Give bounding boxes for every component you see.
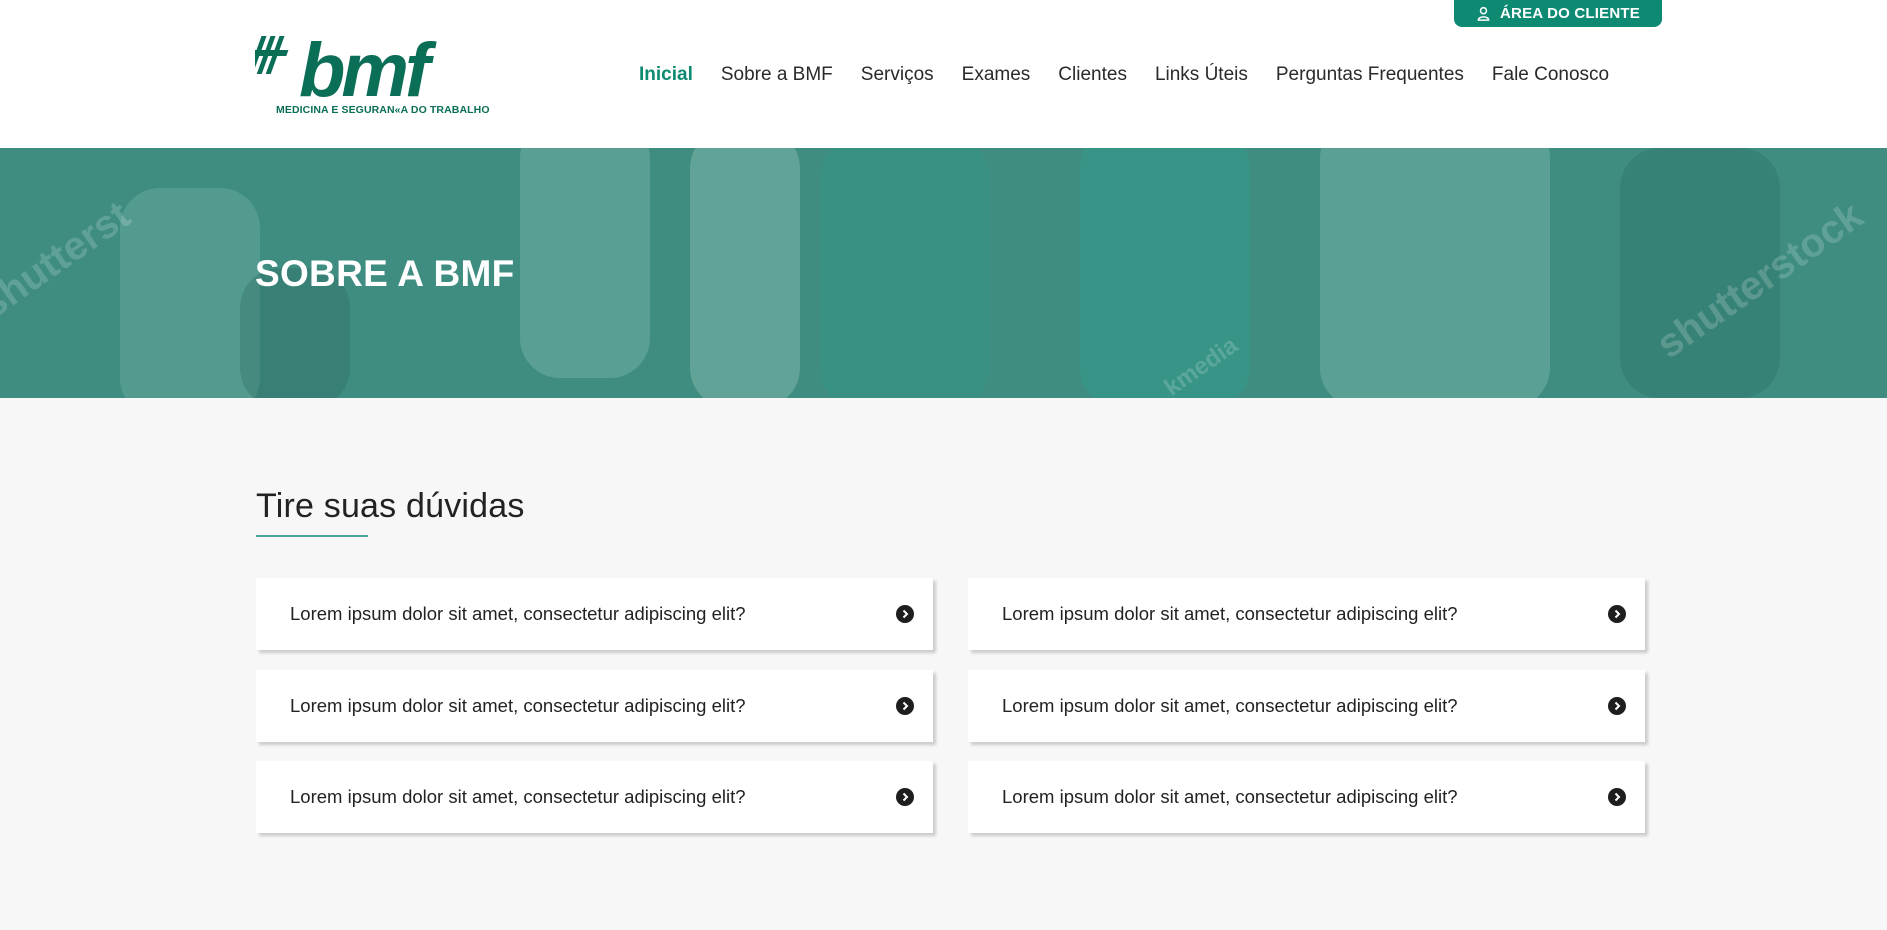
faq-item[interactable]: Lorem ipsum dolor sit amet, consectetur … — [968, 578, 1645, 650]
client-area-label: ÁREA DO CLIENTE — [1500, 5, 1640, 22]
nav-item-inicial[interactable]: Inicial — [639, 64, 693, 86]
faq-item[interactable]: Lorem ipsum dolor sit amet, consectetur … — [968, 670, 1645, 742]
main-nav: Inicial Sobre a BMF Serviços Exames Clie… — [639, 64, 1637, 86]
faq-item[interactable]: Lorem ipsum dolor sit amet, consectetur … — [256, 761, 933, 833]
chevron-right-circle-icon — [896, 697, 914, 715]
nav-item-servicos[interactable]: Serviços — [861, 64, 934, 86]
nav-item-contato[interactable]: Fale Conosco — [1492, 64, 1609, 86]
faq-item[interactable]: Lorem ipsum dolor sit amet, consectetur … — [968, 761, 1645, 833]
logo-tagline: MEDICINA E SEGURAN«A DO TRABALHO — [276, 104, 490, 116]
faq-question: Lorem ipsum dolor sit amet, consectetur … — [290, 786, 746, 807]
faq-item[interactable]: Lorem ipsum dolor sit amet, consectetur … — [256, 578, 933, 650]
page-title: SOBRE A BMF — [255, 253, 515, 294]
nav-item-exames[interactable]: Exames — [962, 64, 1031, 86]
nav-item-faq[interactable]: Perguntas Frequentes — [1276, 64, 1464, 86]
nav-item-sobre[interactable]: Sobre a BMF — [721, 64, 833, 86]
faq-item[interactable]: Lorem ipsum dolor sit amet, consectetur … — [256, 670, 933, 742]
site-header: ÁREA DO CLIENTE bmf MEDICINA E SEGURAN«A… — [0, 0, 1887, 148]
hero-watermark: shutterst — [0, 192, 138, 328]
user-icon — [1477, 6, 1490, 21]
faq-question: Lorem ipsum dolor sit amet, consectetur … — [1002, 603, 1458, 624]
faq-question: Lorem ipsum dolor sit amet, consectetur … — [1002, 786, 1458, 807]
faq-heading-underline — [256, 535, 368, 537]
faq-heading: Tire suas dúvidas — [256, 487, 525, 525]
faq-question: Lorem ipsum dolor sit amet, consectetur … — [290, 695, 746, 716]
chevron-right-circle-icon — [1608, 605, 1626, 623]
svg-text:bmf: bmf — [299, 32, 437, 113]
hero-banner: shutterst shutterstock kmedia SOBRE A BM… — [0, 148, 1887, 398]
nav-item-clientes[interactable]: Clientes — [1058, 64, 1127, 86]
faq-question: Lorem ipsum dolor sit amet, consectetur … — [290, 603, 746, 624]
faq-question: Lorem ipsum dolor sit amet, consectetur … — [1002, 695, 1458, 716]
client-area-button[interactable]: ÁREA DO CLIENTE — [1454, 0, 1662, 27]
chevron-right-circle-icon — [896, 788, 914, 806]
chevron-right-circle-icon — [1608, 788, 1626, 806]
chevron-right-circle-icon — [896, 605, 914, 623]
nav-item-links[interactable]: Links Úteis — [1155, 64, 1248, 86]
chevron-right-circle-icon — [1608, 697, 1626, 715]
